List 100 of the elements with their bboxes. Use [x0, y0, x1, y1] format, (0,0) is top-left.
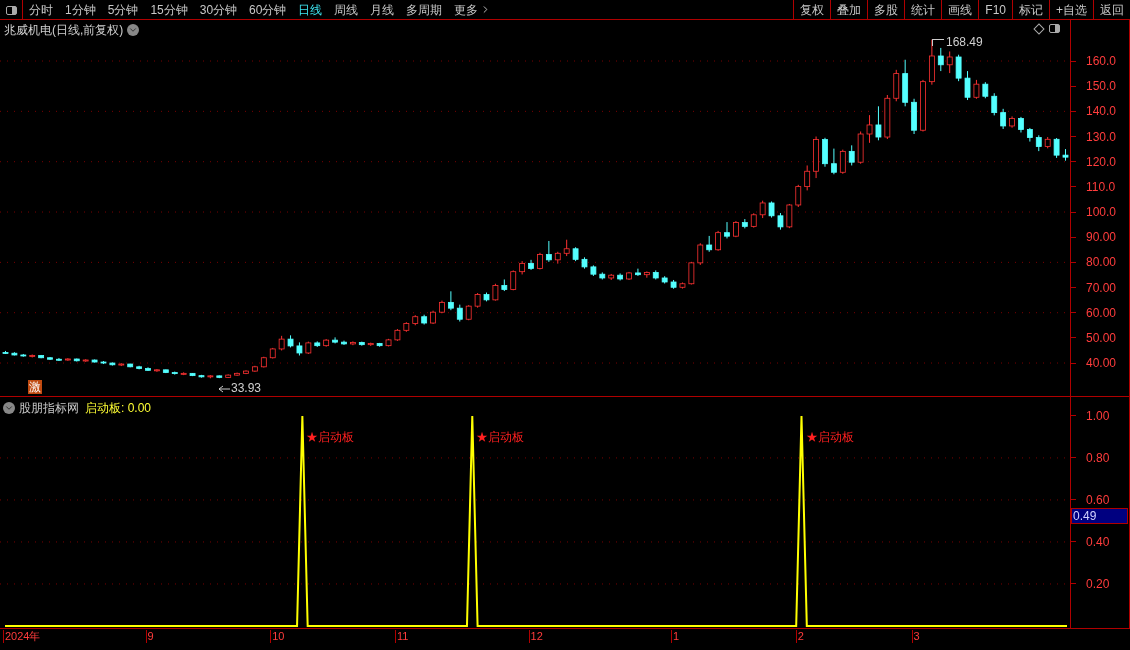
candlestick: [884, 94, 891, 140]
candlestick: [20, 353, 27, 358]
candlestick: [64, 357, 71, 362]
toolbar-button[interactable]: +自选: [1049, 0, 1093, 19]
signal-label: ★启动板: [306, 429, 355, 446]
period-tab[interactable]: 1分钟: [59, 0, 102, 19]
candlestick: [38, 354, 45, 359]
candlestick: [216, 374, 223, 379]
candlestick: [1053, 137, 1060, 159]
candlestick: [715, 230, 721, 252]
axis-label: 160.0: [1086, 54, 1117, 68]
period-tab[interactable]: 30分钟: [193, 0, 244, 19]
signal-label: ★启动板: [476, 429, 525, 446]
candlestick: [323, 338, 330, 348]
toolbar-button[interactable]: 返回: [1093, 0, 1130, 19]
candlestick: [608, 273, 615, 281]
candlestick: [706, 235, 713, 253]
leader-arrow-icon: [218, 384, 230, 393]
candlestick: [554, 251, 561, 265]
toolbar-button[interactable]: 多股: [867, 0, 905, 19]
cursor-value-label: 0.49: [1071, 508, 1128, 524]
candlestick: [314, 340, 321, 348]
toolbar-button[interactable]: F10: [978, 0, 1012, 19]
candlestick: [839, 149, 846, 175]
period-tab[interactable]: 5分钟: [101, 0, 145, 19]
axis-label: 0.40: [1086, 534, 1110, 549]
series-name: 启动板: [85, 400, 121, 417]
high-price-label: 168.49: [946, 35, 983, 49]
axis-label: 0.20: [1086, 576, 1110, 591]
toolbar-button[interactable]: 画线: [941, 0, 979, 19]
candlestick: [332, 336, 338, 344]
candlestick: [626, 271, 632, 281]
candlestick: [287, 334, 294, 348]
candlestick: [1009, 115, 1015, 129]
candlestick: [929, 39, 935, 86]
candlestick: [367, 342, 374, 347]
candlestick: [403, 321, 410, 333]
candlestick: [350, 340, 356, 346]
period-tab[interactable]: 月线: [364, 0, 401, 19]
candlestick: [118, 362, 125, 367]
candlestick: [430, 310, 436, 325]
dropdown-icon[interactable]: [3, 402, 15, 414]
candlestick: [501, 279, 508, 292]
period-tab[interactable]: 分时: [23, 0, 59, 19]
toolbar-button[interactable]: 复权: [793, 0, 831, 19]
axis-label: 80.00: [1086, 255, 1117, 270]
candlestick: [100, 360, 107, 365]
candlestick: [768, 200, 775, 219]
candlestick: [697, 242, 704, 266]
period-tab[interactable]: 多周期: [400, 0, 449, 19]
toolbar-button[interactable]: 统计: [904, 0, 942, 19]
candlestick: [260, 356, 267, 369]
period-tab[interactable]: 周线: [328, 0, 365, 19]
candlestick: [804, 164, 811, 191]
candlestick: [180, 371, 187, 376]
candlestick: [545, 240, 552, 263]
time-axis-label: 2024年: [3, 630, 41, 643]
candlestick: [528, 259, 534, 271]
candlestick: [661, 275, 668, 284]
period-tab[interactable]: 日线: [292, 0, 329, 19]
candlestick: [902, 59, 909, 107]
candlestick: [2, 350, 9, 355]
toolbar-button[interactable]: 标记: [1012, 0, 1049, 19]
candlestick: [617, 272, 623, 281]
candlestick: [741, 218, 748, 229]
axis-label: 100.0: [1086, 205, 1117, 219]
candlestick: [198, 374, 205, 379]
candlestick: [991, 92, 998, 116]
time-axis-label: 12: [528, 630, 543, 643]
axis-label: 60.00: [1086, 305, 1117, 320]
time-axis-label: 3: [911, 630, 920, 643]
candlestick: [252, 365, 258, 373]
candlestick: [848, 144, 855, 166]
candlestick: [73, 358, 80, 362]
candlestick: [955, 54, 962, 82]
candlestick: [750, 212, 757, 229]
candlestick: [234, 372, 240, 377]
candlestick: [305, 341, 312, 355]
indicator-name: 股朋指标网: [19, 400, 79, 417]
axis-label: 110.0: [1086, 179, 1116, 194]
axis-label: 1.00: [1086, 408, 1110, 423]
candlestick: [448, 290, 454, 311]
candlestick: [207, 374, 214, 379]
candlestick: [857, 131, 864, 165]
panel-toggle-icon[interactable]: [1049, 24, 1060, 33]
panel-toggle-icon[interactable]: [5, 5, 17, 15]
candlestick: [11, 351, 18, 356]
candlestick: [537, 252, 543, 270]
signal-label: ★启动板: [805, 429, 854, 446]
candlestick: [973, 79, 980, 100]
candlestick: [937, 47, 944, 72]
candlestick: [946, 50, 953, 74]
time-axis-label: 10: [270, 630, 285, 643]
dropdown-icon[interactable]: [127, 24, 140, 36]
period-tab[interactable]: 15分钟: [144, 0, 194, 19]
period-tab[interactable]: 更多: [448, 0, 498, 19]
indicator-reading: : 0.00: [121, 400, 152, 417]
candlestick: [91, 359, 98, 364]
toolbar-button[interactable]: 叠加: [830, 0, 868, 19]
period-tab[interactable]: 60分钟: [243, 0, 293, 19]
